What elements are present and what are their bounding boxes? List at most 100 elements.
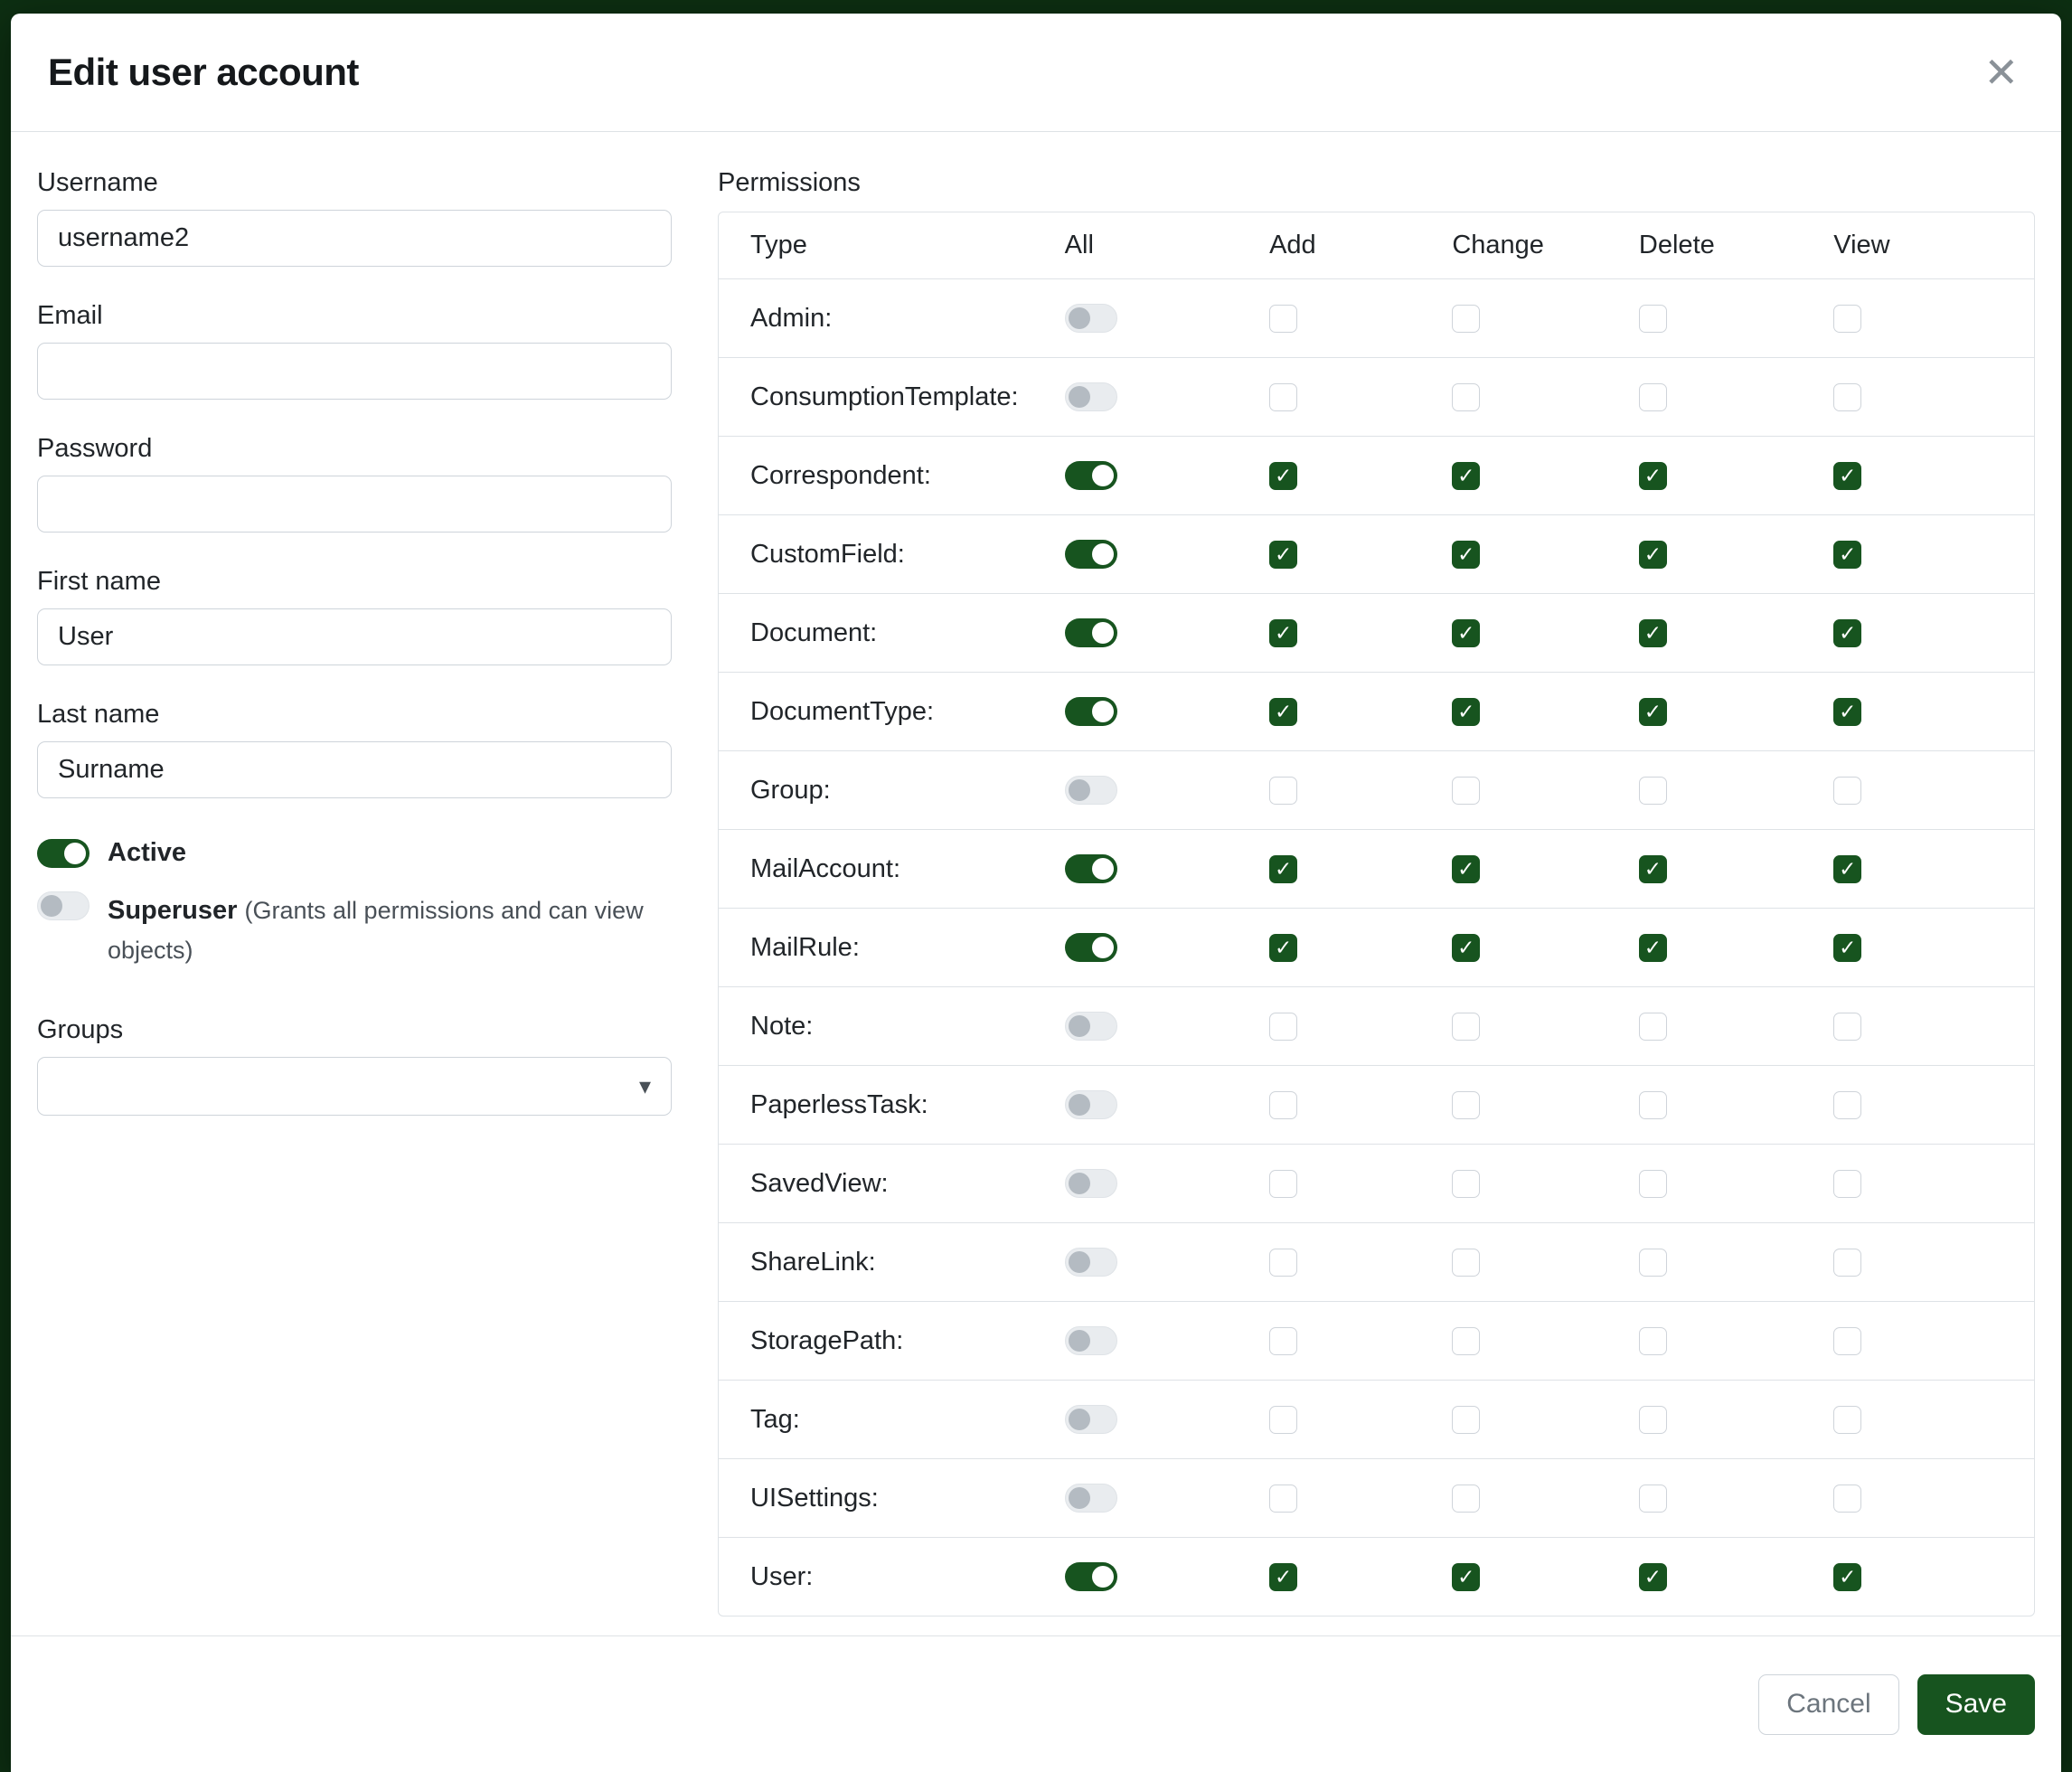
permission-change-checkbox[interactable] [1452,1170,1480,1198]
permission-change-checkbox[interactable] [1452,1091,1480,1119]
permission-delete-checkbox[interactable] [1639,1091,1667,1119]
permission-add-checkbox[interactable]: ✓ [1269,855,1297,883]
permission-all-toggle[interactable] [1065,461,1117,490]
check-icon: ✓ [1839,544,1856,565]
permission-add-checkbox[interactable]: ✓ [1269,462,1297,490]
permission-add-checkbox[interactable] [1269,777,1297,805]
permission-view-checkbox[interactable] [1833,777,1861,805]
permission-all-toggle[interactable] [1065,304,1117,333]
permission-view-checkbox[interactable]: ✓ [1833,855,1861,883]
permission-all-toggle[interactable] [1065,1326,1117,1355]
permission-delete-checkbox[interactable] [1639,1327,1667,1355]
permission-delete-checkbox[interactable] [1639,305,1667,333]
permission-add-checkbox[interactable] [1269,1327,1297,1355]
permission-view-checkbox[interactable] [1833,1013,1861,1041]
permission-delete-checkbox[interactable]: ✓ [1639,462,1667,490]
permission-view-checkbox[interactable]: ✓ [1833,934,1861,962]
cancel-button[interactable]: Cancel [1758,1674,1898,1735]
permission-all-toggle[interactable] [1065,1012,1117,1041]
caret-down-icon: ▾ [639,1072,651,1100]
permission-view-checkbox[interactable] [1833,1249,1861,1277]
permission-add-checkbox[interactable] [1269,1249,1297,1277]
permission-delete-checkbox[interactable]: ✓ [1639,1563,1667,1591]
permission-add-checkbox[interactable] [1269,1485,1297,1513]
permission-add-checkbox[interactable] [1269,1091,1297,1119]
first-name-input[interactable] [37,608,672,665]
permission-view-checkbox[interactable] [1833,1406,1861,1434]
permission-delete-checkbox[interactable] [1639,1013,1667,1041]
permission-view-checkbox[interactable] [1833,383,1861,411]
permission-add-checkbox[interactable]: ✓ [1269,1563,1297,1591]
permission-all-toggle[interactable] [1065,697,1117,726]
permission-delete-checkbox[interactable] [1639,383,1667,411]
permission-delete-checkbox[interactable]: ✓ [1639,541,1667,569]
permission-add-checkbox[interactable] [1269,1170,1297,1198]
permission-all-toggle[interactable] [1065,1484,1117,1513]
permission-add-checkbox[interactable] [1269,383,1297,411]
permission-change-checkbox[interactable] [1452,383,1480,411]
groups-select[interactable]: ▾ [37,1057,672,1116]
permission-change-checkbox[interactable]: ✓ [1452,855,1480,883]
active-toggle-row: Active [37,838,672,868]
save-button[interactable]: Save [1917,1674,2035,1735]
username-input[interactable] [37,210,672,267]
permission-view-checkbox[interactable] [1833,1327,1861,1355]
last-name-input[interactable] [37,741,672,798]
superuser-toggle[interactable] [37,891,89,920]
permission-delete-checkbox[interactable]: ✓ [1639,934,1667,962]
permission-all-toggle[interactable] [1065,1169,1117,1198]
email-input[interactable] [37,343,672,400]
permission-all-toggle[interactable] [1065,1248,1117,1277]
permission-add-checkbox[interactable] [1269,1013,1297,1041]
permission-delete-checkbox[interactable]: ✓ [1639,855,1667,883]
permission-add-checkbox[interactable] [1269,1406,1297,1434]
permission-delete-checkbox[interactable] [1639,777,1667,805]
permission-add-checkbox[interactable] [1269,305,1297,333]
permission-add-checkbox[interactable]: ✓ [1269,698,1297,726]
permission-view-checkbox[interactable] [1833,305,1861,333]
permission-all-toggle[interactable] [1065,382,1117,411]
permission-change-checkbox[interactable]: ✓ [1452,1563,1480,1591]
permission-all-toggle[interactable] [1065,618,1117,647]
permission-change-checkbox[interactable] [1452,1013,1480,1041]
permission-all-toggle[interactable] [1065,854,1117,883]
permission-all-toggle[interactable] [1065,1405,1117,1434]
permission-row: PaperlessTask: [719,1065,2034,1144]
permission-delete-checkbox[interactable] [1639,1485,1667,1513]
permission-add-checkbox[interactable]: ✓ [1269,619,1297,647]
permission-view-checkbox[interactable] [1833,1170,1861,1198]
permission-change-checkbox[interactable]: ✓ [1452,619,1480,647]
permission-view-checkbox[interactable]: ✓ [1833,541,1861,569]
permission-change-checkbox[interactable]: ✓ [1452,541,1480,569]
permission-view-checkbox[interactable]: ✓ [1833,619,1861,647]
permission-add-checkbox[interactable]: ✓ [1269,541,1297,569]
permission-delete-checkbox[interactable] [1639,1170,1667,1198]
permission-change-checkbox[interactable] [1452,1327,1480,1355]
permission-all-toggle[interactable] [1065,540,1117,569]
permission-view-checkbox[interactable]: ✓ [1833,1563,1861,1591]
permission-delete-checkbox[interactable] [1639,1406,1667,1434]
permission-change-checkbox[interactable] [1452,1249,1480,1277]
permission-all-toggle[interactable] [1065,933,1117,962]
permission-delete-checkbox[interactable]: ✓ [1639,619,1667,647]
permission-delete-checkbox[interactable]: ✓ [1639,698,1667,726]
permission-all-toggle[interactable] [1065,776,1117,805]
permission-change-checkbox[interactable] [1452,777,1480,805]
permission-add-checkbox[interactable]: ✓ [1269,934,1297,962]
permission-view-checkbox[interactable]: ✓ [1833,462,1861,490]
permission-change-checkbox[interactable]: ✓ [1452,462,1480,490]
password-input[interactable] [37,476,672,533]
permission-change-checkbox[interactable] [1452,305,1480,333]
permission-change-checkbox[interactable]: ✓ [1452,934,1480,962]
permission-delete-checkbox[interactable] [1639,1249,1667,1277]
permission-change-checkbox[interactable] [1452,1485,1480,1513]
close-button[interactable]: ✕ [1983,52,2019,93]
permission-view-checkbox[interactable] [1833,1485,1861,1513]
permission-view-checkbox[interactable] [1833,1091,1861,1119]
permission-all-toggle[interactable] [1065,1090,1117,1119]
permission-all-toggle[interactable] [1065,1562,1117,1591]
permission-view-checkbox[interactable]: ✓ [1833,698,1861,726]
permission-change-checkbox[interactable] [1452,1406,1480,1434]
active-toggle[interactable] [37,839,89,868]
permission-change-checkbox[interactable]: ✓ [1452,698,1480,726]
